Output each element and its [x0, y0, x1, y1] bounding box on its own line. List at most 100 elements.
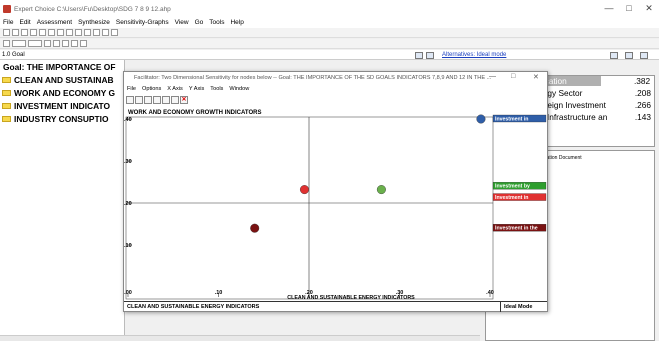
sensitivity-menu-x-axis[interactable]: X Axis — [167, 84, 183, 94]
3-to-1-icon[interactable] — [12, 40, 26, 47]
font-size-icon[interactable] — [102, 29, 109, 36]
sensitivity-menu-tools[interactable]: Tools — [210, 84, 223, 94]
menu-file[interactable]: File — [3, 18, 13, 28]
status-mode: Ideal Mode — [500, 302, 532, 312]
minimize-button[interactable]: — — [600, 3, 618, 13]
save-icon[interactable] — [21, 29, 28, 36]
alternative-row[interactable]: ergy Sector .208 — [540, 88, 653, 98]
copy-chart-icon[interactable] — [153, 95, 161, 104]
refresh-icon[interactable] — [171, 95, 179, 104]
tree-item-label: INVESTMENT INDICATO — [14, 101, 111, 111]
goal-node[interactable]: Goal: THE IMPORTANCE OF — [3, 62, 115, 72]
sensitivity-menu-y-axis[interactable]: Y Axis — [189, 84, 204, 94]
chart-title: WORK AND ECONOMY GROWTH INDICATORS — [128, 110, 261, 116]
tree-item-investment[interactable]: INVESTMENT INDICATO — [2, 101, 110, 111]
bar-chart-icon[interactable] — [640, 52, 648, 59]
y-tick-label: .40 — [124, 117, 132, 123]
menu-synthesize[interactable]: Synthesize — [78, 18, 110, 28]
app-title: Expert Choice C:\Users\Fu\Desktop\SDG 7 … — [14, 5, 171, 13]
alternative-value: .143 — [634, 112, 651, 122]
x-tick-label: .10 — [215, 290, 223, 296]
menu-help[interactable]: Help — [230, 18, 243, 28]
priority-list-icon[interactable] — [53, 40, 60, 47]
graph-type-icon[interactable] — [135, 95, 143, 104]
sensitivity-menu-options[interactable]: Options — [142, 84, 161, 94]
data-point — [476, 114, 486, 124]
grid-icon[interactable] — [80, 40, 87, 47]
goal-path-bar: 1.0 Goal — [0, 50, 659, 60]
model-view-icon[interactable] — [415, 52, 423, 59]
legend-label: Investment by — [495, 184, 530, 190]
sensitivity-minimize-button[interactable]: — — [489, 73, 496, 80]
menu-view[interactable]: View — [175, 18, 189, 28]
menu-edit[interactable]: Edit — [19, 18, 30, 28]
info-icon[interactable] — [426, 52, 434, 59]
sensitivity-menu-window[interactable]: Window — [229, 84, 249, 94]
sort-icon[interactable] — [610, 52, 618, 59]
horizontal-scrollbar[interactable] — [0, 335, 480, 341]
sensitivity-menu-file[interactable]: File — [127, 84, 136, 94]
alternative-value: .208 — [634, 88, 651, 98]
alternative-label: e Infrastructure an — [540, 112, 608, 122]
add-node-icon[interactable] — [48, 29, 55, 36]
model-tree: Goal: THE IMPORTANCE OF CLEAN AND SUSTAI… — [0, 60, 125, 335]
sensitivity-maximize-button[interactable]: □ — [511, 73, 515, 80]
formula-icon[interactable] — [71, 40, 78, 47]
menu-sensitivity-graphs[interactable]: Sensitivity-Graphs — [116, 18, 169, 28]
arrows-icon[interactable] — [144, 95, 152, 104]
app-title-bar: Expert Choice C:\Users\Fu\Desktop\SDG 7 … — [0, 0, 659, 18]
bar-graph-icon[interactable] — [44, 40, 51, 47]
assess-icon[interactable] — [3, 40, 10, 47]
alternative-row[interactable]: ucation — [539, 76, 601, 86]
new-file-icon[interactable] — [3, 29, 10, 36]
paste-icon[interactable] — [84, 29, 91, 36]
x-tick-label: .40 — [486, 290, 494, 296]
open-folder-icon[interactable] — [12, 29, 19, 36]
abc-icon[interactable] — [28, 40, 42, 47]
sensitivity-menu-bar: File Options X Axis Y Axis Tools Window — [124, 84, 547, 94]
x-tick-label: .00 — [124, 290, 132, 296]
tool-icon[interactable] — [111, 29, 118, 36]
edit-alternatives-icon[interactable] — [625, 52, 633, 59]
print-icon[interactable] — [126, 95, 134, 104]
sensitivity-window: Facilitator: Two Dimensional Sensitivity… — [123, 71, 548, 312]
assessment-toolbar — [0, 39, 659, 49]
alternative-value: .382 — [634, 76, 651, 86]
font-icon[interactable] — [93, 29, 100, 36]
folder-icon — [2, 90, 11, 96]
tree-item-label: WORK AND ECONOMY G — [14, 88, 115, 98]
alternatives-mode-link[interactable]: Alternatives: Ideal mode — [442, 50, 506, 60]
cut-icon[interactable] — [66, 29, 73, 36]
menu-assessment[interactable]: Assessment — [37, 18, 72, 28]
data-point — [299, 185, 309, 195]
copy-icon[interactable] — [75, 29, 82, 36]
sensitivity-toolbar: ✕ — [124, 94, 547, 105]
sensitivity-close-button[interactable]: ✕ — [533, 73, 539, 81]
menu-go[interactable]: Go — [195, 18, 204, 28]
close-button[interactable]: ✕ — [640, 3, 658, 14]
delete-node-icon[interactable] — [57, 29, 64, 36]
legend-label: Investment in — [495, 195, 528, 201]
preview-icon[interactable] — [39, 29, 46, 36]
sensitivity-title: Facilitator: Two Dimensional Sensitivity… — [124, 72, 547, 84]
grid-toggle-icon[interactable] — [162, 95, 170, 104]
alternative-label: oreign Investment — [540, 100, 606, 110]
alternative-row[interactable]: e Infrastructure an .143 — [540, 112, 653, 122]
plot-area — [125, 116, 494, 300]
legend-label: Investment in — [495, 116, 528, 122]
tree-item-industry[interactable]: INDUSTRY CONSUPTIO — [2, 114, 108, 124]
menu-bar: File Edit Assessment Synthesize Sensitiv… — [0, 18, 659, 28]
close-chart-icon[interactable]: ✕ — [180, 95, 188, 104]
maximize-button[interactable]: □ — [620, 3, 638, 13]
chart-icon[interactable] — [62, 40, 69, 47]
status-x-axis-node: CLEAN AND SUSTAINABLE ENERGY INDICATORS — [127, 304, 260, 310]
tree-item-label: INDUSTRY CONSUPTIO — [14, 114, 109, 124]
app-icon — [3, 5, 11, 13]
alternative-row[interactable]: oreign Investment .266 — [540, 100, 653, 110]
tree-item-label: CLEAN AND SUSTAINAB — [14, 75, 114, 85]
tree-item-work-economy[interactable]: WORK AND ECONOMY G — [2, 88, 115, 98]
menu-tools[interactable]: Tools — [209, 18, 224, 28]
data-point — [250, 223, 260, 233]
tree-item-clean-energy[interactable]: CLEAN AND SUSTAINAB — [2, 75, 114, 85]
print-icon[interactable] — [30, 29, 37, 36]
